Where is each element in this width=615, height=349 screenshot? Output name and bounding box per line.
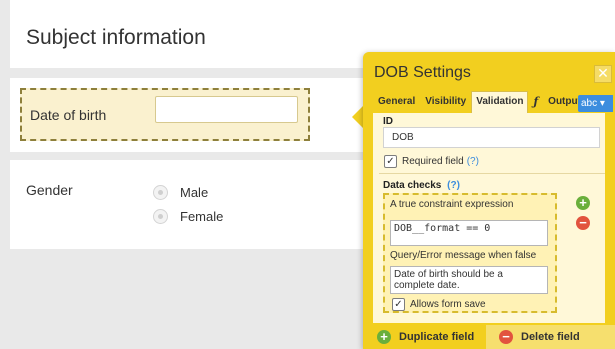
minus-circle-icon: − — [499, 330, 513, 344]
required-label: Required field — [402, 156, 464, 167]
field-settings-panel: DOB Settings ✕ General Visibility Valida… — [363, 52, 615, 349]
duplicate-field-button[interactable]: + Duplicate field — [363, 325, 486, 349]
message-textarea[interactable]: Date of birth should be a complete date. — [390, 266, 548, 294]
dob-label: Date of birth — [30, 107, 107, 123]
required-checkbox[interactable]: ✓ — [384, 155, 397, 168]
divider — [379, 173, 605, 174]
gender-option-male[interactable]: Male — [153, 185, 208, 200]
tab-visibility[interactable]: Visibility — [420, 91, 471, 113]
gender-option-female[interactable]: Female — [153, 209, 223, 224]
data-checks-heading: Data checks (?) — [383, 180, 460, 191]
allows-save-checkbox[interactable]: ✓ — [392, 298, 405, 311]
duplicate-label: Duplicate field — [399, 331, 475, 343]
panel-title: DOB Settings — [374, 64, 471, 81]
panel-footer: + Duplicate field − Delete field — [363, 325, 615, 349]
data-check-item: A true constraint expression DOB__format… — [383, 193, 557, 313]
add-check-icon[interactable]: + — [576, 196, 590, 210]
tab-function[interactable]: ƒ — [528, 91, 543, 113]
constraint-label: A true constraint expression — [390, 199, 514, 210]
tab-validation[interactable]: Validation — [471, 91, 529, 113]
id-input[interactable]: DOB — [383, 127, 600, 148]
validation-tab-content: ID DOB ✓ Required field (?) Data checks … — [373, 113, 605, 323]
allows-save-label: Allows form save — [410, 299, 486, 310]
gender-label: Gender — [26, 182, 73, 198]
gender-male-label: Male — [180, 185, 209, 200]
message-label: Query/Error message when false — [390, 250, 537, 261]
dob-field-selected[interactable]: Date of birth — [20, 88, 310, 141]
settings-tabs: General Visibility Validation ƒ Output — [373, 91, 586, 113]
plus-circle-icon: + — [377, 330, 391, 344]
constraint-textarea[interactable]: DOB__format == 0 — [390, 220, 548, 246]
delete-field-button[interactable]: − Delete field — [486, 325, 615, 349]
data-checks-label: Data checks — [383, 180, 442, 191]
required-help-link[interactable]: (?) — [467, 156, 479, 167]
id-label: ID — [383, 116, 393, 127]
required-field-row: ✓ Required field (?) — [384, 155, 479, 168]
close-icon[interactable]: ✕ — [594, 65, 612, 83]
delete-label: Delete field — [521, 331, 580, 343]
allows-save-row: ✓ Allows form save — [392, 298, 486, 311]
radio-female[interactable] — [153, 209, 168, 224]
tab-general[interactable]: General — [373, 91, 420, 113]
abc-dropdown-button[interactable]: abc ▾ — [578, 95, 613, 112]
remove-check-icon[interactable]: − — [576, 216, 590, 230]
radio-male[interactable] — [153, 185, 168, 200]
data-checks-help-link[interactable]: (?) — [447, 180, 460, 191]
page-title: Subject information — [26, 26, 206, 49]
gender-female-label: Female — [180, 209, 224, 224]
dob-input[interactable] — [155, 96, 298, 123]
